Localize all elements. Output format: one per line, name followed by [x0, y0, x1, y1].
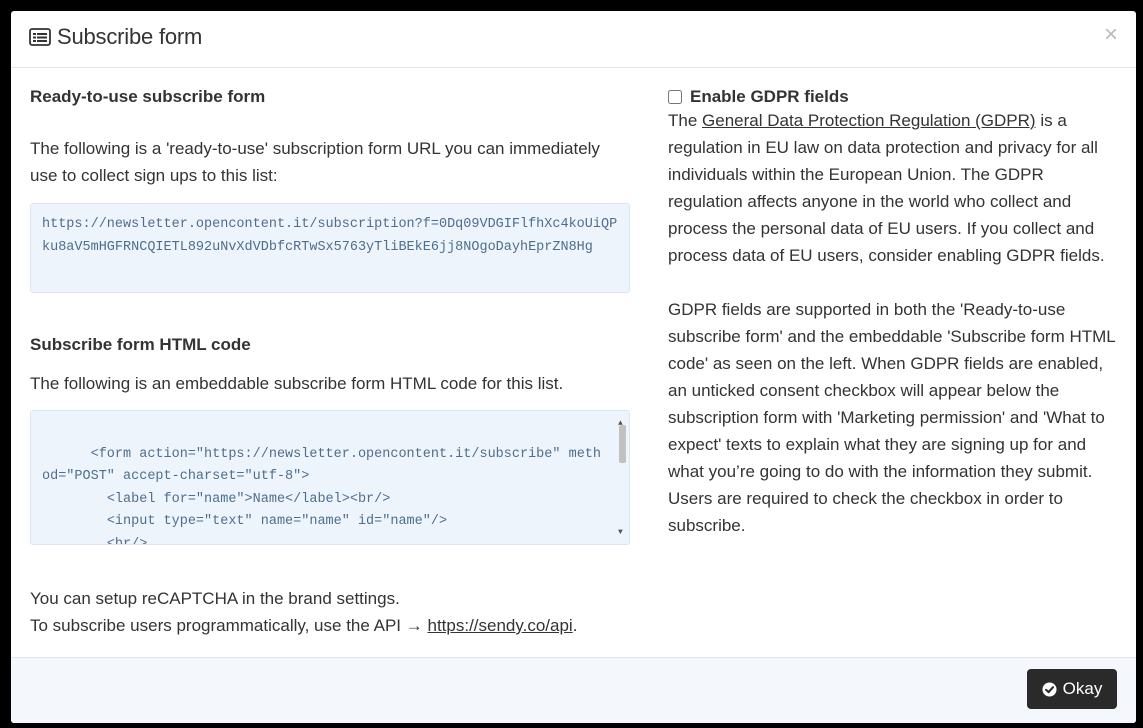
ready-to-use-heading: Ready-to-use subscribe form — [30, 87, 266, 106]
html-code-heading: Subscribe form HTML code — [30, 335, 251, 354]
scroll-down-arrow-icon[interactable]: ▼ — [618, 522, 623, 545]
html-code-textarea[interactable]: <form action="https://newsletter.opencon… — [30, 410, 630, 545]
subscription-url-box[interactable]: https://newsletter.opencontent.it/subscr… — [30, 203, 630, 293]
gdpr-intro-rest: is a regulation in EU law on data protec… — [668, 111, 1105, 265]
api-note-prefix: To subscribe users programmatically, use… — [30, 616, 423, 635]
subscribe-form-modal: Subscribe form × Ready-to-use subscribe … — [11, 11, 1136, 723]
code-scrollbar[interactable]: ▲ ▼ — [616, 413, 628, 544]
gdpr-intro-prefix: The — [668, 111, 698, 130]
modal-footer: Okay — [11, 657, 1136, 723]
close-button[interactable]: × — [1104, 21, 1118, 49]
gdpr-intro: The General Data Protection Regulation (… — [668, 107, 1118, 269]
left-column: Ready-to-use subscribe form The followin… — [30, 87, 630, 635]
api-note: To subscribe users programmatically, use… — [30, 612, 577, 639]
footer-notes: You can setup reCAPTCHA in the brand set… — [30, 585, 577, 639]
check-circle-icon — [1042, 681, 1057, 697]
okay-button-label: Okay — [1062, 679, 1103, 698]
modal-title: Subscribe form — [29, 24, 202, 50]
list-icon — [29, 28, 51, 46]
html-code-content: <form action="https://newsletter.opencon… — [42, 446, 601, 545]
modal-title-text: Subscribe form — [57, 24, 203, 49]
gdpr-toggle-row[interactable]: Enable GDPR fields — [668, 87, 1118, 107]
right-column: Enable GDPR fields The General Data Prot… — [668, 87, 1118, 539]
gdpr-checkbox[interactable] — [668, 90, 682, 104]
gdpr-link[interactable]: General Data Protection Regulation (GDPR… — [702, 111, 1036, 130]
api-link[interactable]: https://sendy.co/api — [427, 616, 572, 635]
gdpr-checkbox-label[interactable]: Enable GDPR fields — [690, 87, 849, 107]
ready-to-use-description: The following is a 'ready-to-use' subscr… — [30, 139, 600, 185]
scroll-thumb[interactable] — [619, 425, 626, 463]
api-note-suffix: . — [572, 616, 578, 635]
modal-header: Subscribe form × — [11, 11, 1136, 68]
gdpr-paragraph-2: GDPR fields are supported in both the 'R… — [668, 300, 1116, 535]
okay-button[interactable]: Okay — [1027, 669, 1117, 709]
html-code-description: The following is an embeddable subscribe… — [30, 374, 564, 393]
recaptcha-note: You can setup reCAPTCHA in the brand set… — [30, 589, 400, 608]
